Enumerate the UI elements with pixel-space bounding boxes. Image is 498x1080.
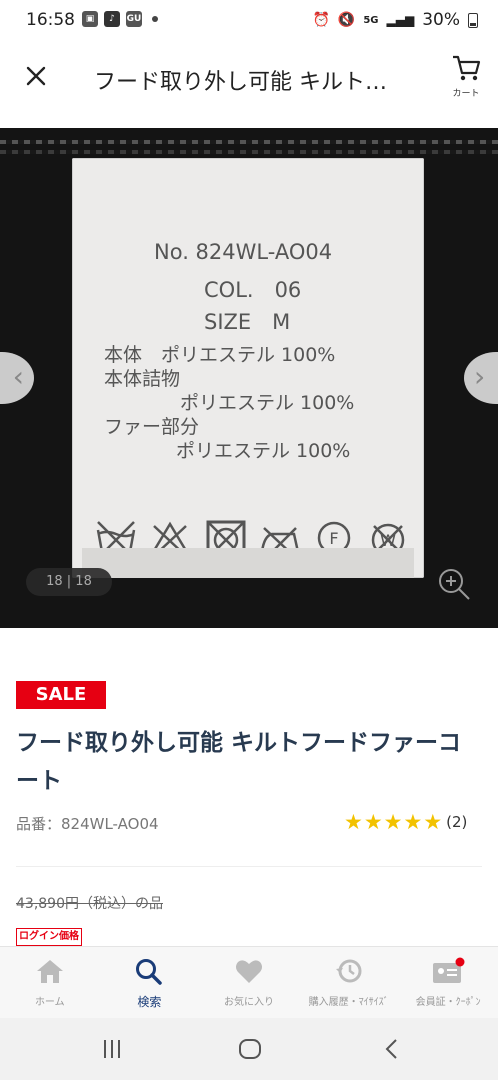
more-notifications-icon — [152, 16, 158, 22]
mute-icon: 🔇 — [337, 12, 356, 28]
app-header: フード取り外し可能 キルト… カート — [0, 40, 498, 118]
tag-product-no: No. 824WL-AO04 — [154, 240, 333, 264]
tag-line: ポリエステル 100% — [180, 392, 355, 414]
svg-text:F: F — [329, 529, 338, 548]
product-name: フード取り外し可能 キルトフードファーコート — [16, 730, 462, 794]
recent-apps-button[interactable] — [100, 1038, 124, 1064]
close-button[interactable] — [18, 58, 54, 94]
page-title: フード取り外し可能 キルト… — [94, 70, 387, 95]
star-icon: ★ — [383, 810, 403, 834]
bottom-navigation: ホーム 検索 お気に入り 購入履歴・ﾏｲｻｲｽﾞ 会員証・ｸｰﾎﾟﾝ — [0, 946, 498, 1019]
history-icon — [335, 959, 362, 983]
status-time: 16:58 — [26, 10, 75, 30]
cart-button[interactable]: カート — [446, 52, 486, 104]
previous-image-button[interactable]: ‹ — [0, 352, 34, 404]
tag-line: ポリエステル 100% — [176, 440, 351, 462]
close-icon — [26, 66, 46, 86]
battery-percent: 30% — [422, 10, 460, 30]
tag-size: SIZE M — [204, 310, 291, 334]
nav-member-card[interactable]: 会員証・ｸｰﾎﾟﾝ — [398, 947, 498, 1019]
star-icon: ★ — [423, 810, 443, 834]
notification-icons: ▣ ♪ GU — [82, 11, 158, 27]
nav-label: 購入履歴・ﾏｲｻｲｽﾞ — [308, 997, 389, 1008]
signal-icon: ▂▄▆ — [386, 13, 415, 27]
next-image-button[interactable]: › — [464, 352, 498, 404]
cart-label: カート — [452, 89, 480, 99]
home-icon — [36, 960, 63, 983]
nav-favorites[interactable]: お気に入り — [199, 947, 299, 1019]
sale-badge: SALE — [16, 681, 106, 709]
fabric-stitch — [0, 150, 498, 154]
nav-label: 検索 — [137, 995, 162, 1009]
tag-line: ファー部分 — [104, 416, 200, 438]
tiktok-icon: ♪ — [104, 11, 120, 27]
heart-icon — [235, 960, 262, 983]
rating[interactable]: ★ ★ ★ ★ ★ (2) — [344, 811, 467, 833]
gallery-icon: ▣ — [82, 11, 98, 27]
search-icon — [136, 959, 163, 985]
star-icon: ★ — [403, 810, 423, 834]
tag-line: 本体詰物 — [104, 368, 181, 390]
tag-color: COL. 06 — [204, 278, 302, 302]
star-icon: ★ — [363, 810, 383, 834]
login-price-label: ログイン価格 — [16, 928, 82, 946]
product-image-gallery[interactable]: No. 824WL-AO04 COL. 06 SIZE M 本体 ポリエステル … — [0, 128, 498, 628]
home-button[interactable] — [238, 1038, 262, 1064]
nav-history[interactable]: 購入履歴・ﾏｲｻｲｽﾞ — [299, 947, 399, 1019]
home-circle-icon — [239, 1039, 261, 1059]
fabric-stitch — [0, 140, 498, 144]
system-navigation-bar — [0, 1018, 498, 1080]
tag-line: 本体 ポリエステル 100% — [104, 344, 336, 366]
back-icon — [385, 1039, 397, 1059]
chevron-right-icon: › — [474, 360, 486, 393]
recent-apps-icon — [104, 1040, 120, 1058]
status-bar: 16:58 ▣ ♪ GU ⏰ 🔇 5G ▂▄▆ 30% — [0, 0, 498, 40]
chevron-left-icon: ‹ — [12, 360, 24, 393]
zoom-button[interactable] — [436, 566, 472, 602]
nav-home[interactable]: ホーム — [0, 947, 100, 1019]
nav-label: お気に入り — [223, 997, 274, 1008]
product-code: 品番：824WL-AO04 — [16, 815, 159, 833]
nav-label: 会員証・ｸｰﾎﾟﾝ — [415, 997, 481, 1008]
cart-icon — [453, 55, 481, 81]
zoom-in-icon — [439, 569, 470, 600]
care-label-tag: No. 824WL-AO04 COL. 06 SIZE M 本体 ポリエステル … — [72, 158, 424, 578]
image-counter: 18 | 18 — [26, 568, 112, 596]
network-5g-icon: 5G — [363, 14, 379, 26]
system-status: ⏰ 🔇 5G ▂▄▆ 30% — [312, 10, 478, 30]
back-button[interactable] — [380, 1038, 404, 1064]
member-card-icon — [433, 957, 465, 983]
care-label-fold — [82, 548, 414, 578]
nav-label: ホーム — [34, 997, 65, 1008]
star-icon: ★ — [344, 810, 363, 834]
review-count[interactable]: (2) — [446, 813, 467, 831]
gu-app-icon: GU — [126, 11, 142, 27]
original-price: 43,890円（税込）の品 — [16, 896, 163, 912]
nav-search[interactable]: 検索 — [100, 947, 200, 1019]
battery-icon — [468, 12, 478, 28]
alarm-icon: ⏰ — [312, 12, 330, 28]
divider — [16, 866, 482, 867]
